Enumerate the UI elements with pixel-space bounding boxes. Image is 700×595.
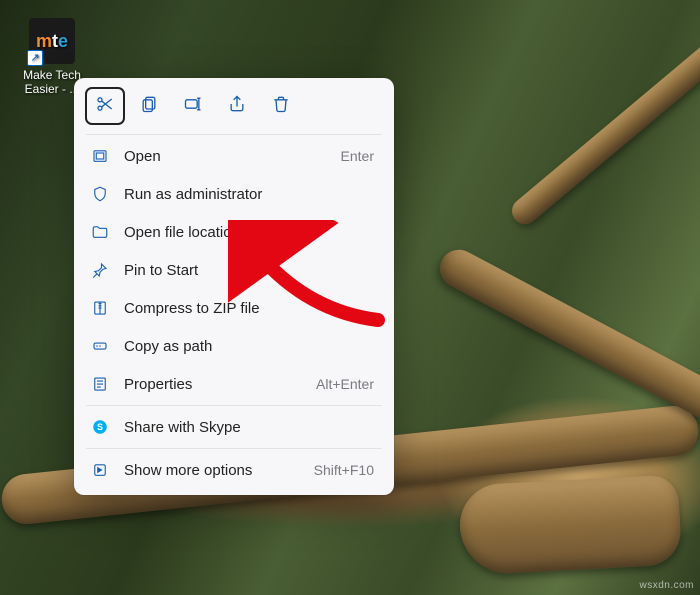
watermark: wsxdn.com (639, 580, 694, 591)
shortcut-tile: mte ↗ (29, 18, 75, 64)
menu-item-open[interactable]: Open Enter (80, 137, 388, 175)
menu-item-accel: Alt+Enter (316, 376, 374, 392)
menu-item-label: Share with Skype (124, 419, 360, 436)
scissors-icon (95, 94, 115, 118)
menu-item-share-skype[interactable]: S Share with Skype (80, 408, 388, 446)
menu-separator (86, 405, 382, 406)
wallpaper-branch (507, 17, 700, 230)
pin-icon (90, 260, 110, 280)
rename-icon (183, 94, 203, 118)
zip-icon (90, 298, 110, 318)
menu-item-copy-path[interactable]: Copy as path (80, 327, 388, 365)
menu-item-accel: Shift+F10 (314, 462, 374, 478)
share-icon (227, 94, 247, 118)
properties-icon (90, 374, 110, 394)
menu-item-properties[interactable]: Properties Alt+Enter (80, 365, 388, 403)
menu-separator (86, 448, 382, 449)
menu-item-run-admin[interactable]: Run as administrator (80, 175, 388, 213)
context-menu: Open Enter Run as administrator Open fil… (74, 78, 394, 495)
path-icon (90, 336, 110, 356)
menu-item-open-location[interactable]: Open file location (80, 213, 388, 251)
open-icon (90, 146, 110, 166)
context-menu-top-row (80, 84, 388, 132)
menu-item-label: Open file location (124, 224, 360, 241)
menu-item-compress-zip[interactable]: Compress to ZIP file (80, 289, 388, 327)
skype-icon: S (90, 417, 110, 437)
menu-item-label: Run as administrator (124, 186, 360, 203)
menu-item-label: Pin to Start (124, 262, 360, 279)
menu-item-label: Copy as path (124, 338, 360, 355)
copy-icon (139, 94, 159, 118)
delete-button[interactable] (262, 88, 300, 124)
share-button[interactable] (218, 88, 256, 124)
rename-button[interactable] (174, 88, 212, 124)
shortcut-overlay-icon: ↗ (27, 50, 43, 66)
menu-item-label: Open (124, 148, 327, 165)
menu-item-label: Properties (124, 376, 302, 393)
menu-item-label: Compress to ZIP file (124, 300, 360, 317)
logo-m: m (36, 31, 52, 52)
menu-separator (86, 134, 382, 135)
more-icon (90, 460, 110, 480)
trash-icon (271, 94, 291, 118)
menu-item-show-more[interactable]: Show more options Shift+F10 (80, 451, 388, 489)
shield-icon (90, 184, 110, 204)
menu-item-pin-to-start[interactable]: Pin to Start (80, 251, 388, 289)
menu-item-accel: Enter (341, 148, 374, 164)
cut-button[interactable] (86, 88, 124, 124)
wallpaper-branch (458, 474, 682, 575)
folder-icon (90, 222, 110, 242)
svg-text:S: S (97, 422, 103, 432)
menu-item-label: Show more options (124, 462, 300, 479)
logo-e: e (58, 31, 68, 52)
copy-button[interactable] (130, 88, 168, 124)
